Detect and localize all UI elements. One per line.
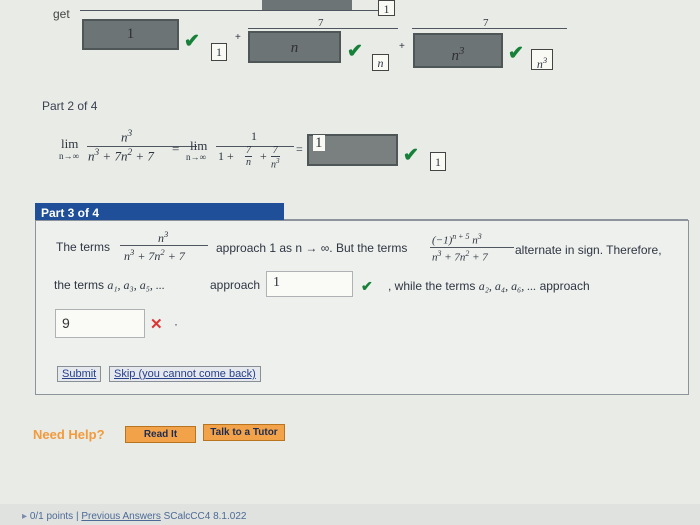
lhs-denominator: n3 + 7n2 + 7	[88, 148, 154, 164]
even-terms-answer-input[interactable]: 9	[55, 309, 145, 338]
equals-sign: =	[172, 141, 180, 156]
answer-field-2[interactable]: n	[248, 31, 341, 63]
rhs-numerator: 1	[251, 129, 257, 143]
part2-label: Part 2 of 4	[42, 99, 98, 113]
check-icon: ✔	[361, 278, 373, 294]
top-fraction-line	[80, 10, 380, 11]
top-cut-answer-box	[262, 0, 352, 10]
terms-fraction-b: (−1)n + 5 n3 n3 + 7n2 + 7	[428, 232, 516, 268]
talk-to-tutor-button[interactable]: Talk to a Tutor	[203, 424, 285, 441]
lhs-fraction-bar	[87, 146, 197, 147]
odd-terms-answer-input[interactable]: 1	[266, 271, 353, 297]
text-approach-odd: approach	[210, 278, 261, 292]
need-help-label: Need Help?	[33, 427, 105, 442]
get-label: get	[53, 7, 70, 21]
lim-subscript: n→∞	[59, 151, 79, 161]
lhs-numerator: n3	[121, 129, 133, 145]
part2-rhs-limit: lim n→∞ 1 1 + 7 n + 7 n3	[184, 127, 304, 182]
wrong-x-icon: ✕	[150, 316, 163, 333]
frac3-numerator: 7	[483, 17, 489, 29]
frac2-numerator: 7	[318, 17, 324, 29]
problem-code: SCalcCC4 8.1.022	[163, 511, 247, 522]
part2-result-box: 1	[430, 152, 446, 171]
part2-answer-field[interactable]: 1	[307, 134, 398, 166]
check-icon: ✔	[184, 31, 200, 52]
text-approach-1: approach 1 as n → ∞. But the terms	[216, 241, 408, 255]
text-the-terms: The terms	[56, 240, 111, 254]
result-box-3: n3	[531, 49, 553, 71]
odd-terms: a₁, a₃, a₅, ...	[107, 278, 165, 292]
rhs-fraction-bar	[216, 146, 294, 147]
equals-sign-2: =	[296, 142, 303, 156]
part3-header: Part 3 of 4	[35, 203, 284, 220]
result-box-2: n	[372, 54, 389, 71]
rhs-den-start: 1 +	[218, 149, 234, 163]
answer-field-1[interactable]: 1	[82, 19, 179, 50]
read-it-button[interactable]: Read It	[125, 426, 196, 443]
skip-button[interactable]: Skip (you cannot come back)	[109, 366, 261, 382]
small-fraction-1: 7 n	[245, 145, 252, 168]
text-alternate: alternate in sign. Therefore,	[515, 243, 662, 257]
footer-info: ▸ 0/1 points | Previous Answers SCalcCC4…	[22, 511, 247, 522]
check-icon: ✔	[347, 41, 363, 62]
plus-sign: +	[235, 32, 241, 43]
check-icon: ✔	[403, 145, 419, 166]
lim-text: lim	[61, 136, 79, 151]
small-fraction-2: 7 n3	[271, 145, 280, 171]
fraction-line-3	[412, 28, 567, 29]
terms-fraction-a: n3 n3 + 7n2 + 7	[117, 229, 209, 265]
submit-button[interactable]: Submit	[57, 366, 102, 382]
top-result-box: 1	[378, 0, 395, 16]
previous-answers-link[interactable]: Previous Answers	[81, 511, 160, 522]
trailing-dot: ·	[174, 317, 178, 331]
result-box-1: 1	[211, 43, 227, 61]
points-text: 0/1 points	[29, 511, 74, 522]
text-odd-terms-lead: the terms a₁, a₃, a₅, ...	[54, 278, 165, 292]
text-while-terms: , while the terms a₂, a₄, a₆, ... approa…	[388, 279, 590, 293]
answer-field-3[interactable]: n3	[413, 33, 503, 68]
lim-subscript: n→∞	[186, 152, 206, 162]
even-terms: a₂, a₄, a₆, ...	[478, 279, 537, 293]
plus-sign: +	[399, 41, 405, 52]
rhs-den-plus: +	[260, 149, 267, 163]
check-icon: ✔	[508, 43, 524, 64]
